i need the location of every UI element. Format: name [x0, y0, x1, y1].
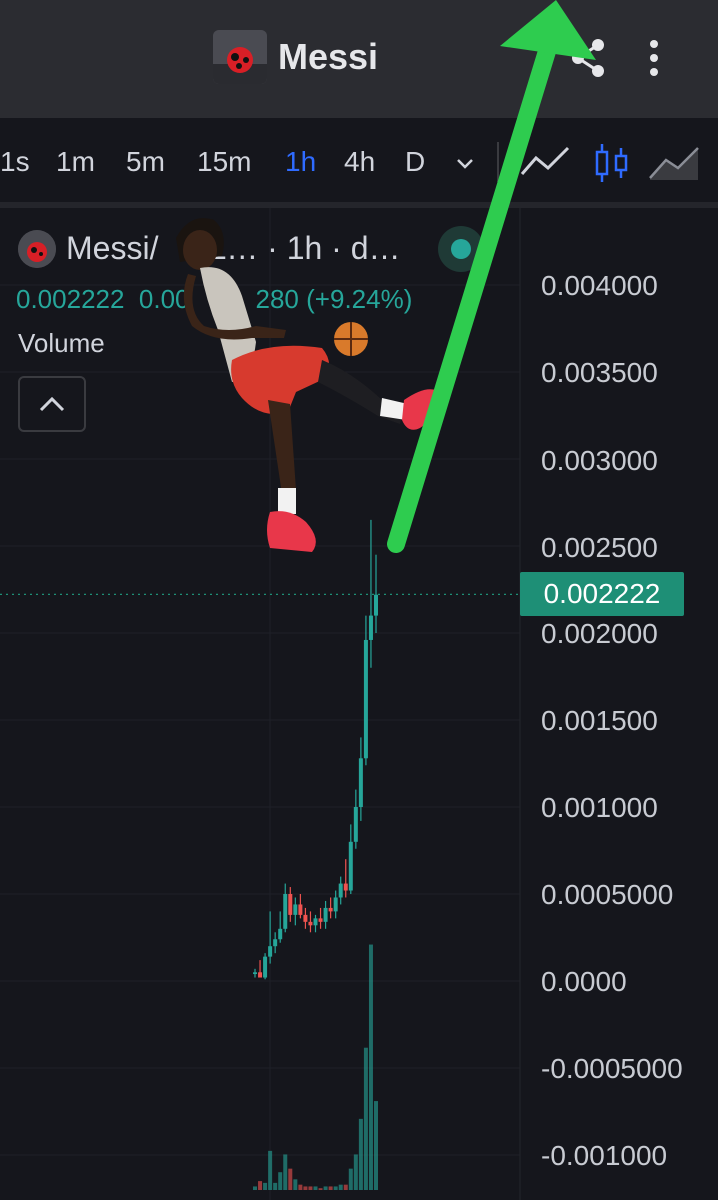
interval-1s[interactable]: 1s: [0, 146, 30, 178]
candle-body: [338, 883, 343, 898]
interval-dropdown-icon[interactable]: [452, 150, 478, 176]
market-status-dot: [451, 239, 471, 259]
volume-bar: [273, 1182, 278, 1190]
legend-volume-label: Volume: [18, 328, 105, 358]
candle-body: [303, 914, 308, 922]
price-axis-label: 0.0005000: [541, 879, 674, 910]
price-axis-label: 0.002000: [541, 618, 658, 649]
price-axis-label: -0.0005000: [541, 1053, 683, 1084]
price-axis-label: 0.002500: [541, 532, 658, 563]
volume-bar: [303, 1186, 308, 1190]
chevron-up-icon: [39, 396, 65, 412]
legend-change-abs: 280: [255, 284, 299, 314]
volume-bar: [298, 1184, 303, 1190]
candle-body: [293, 904, 298, 915]
volume-bar: [328, 1186, 333, 1190]
volume-bar: [374, 1101, 378, 1190]
legend-change-pct: (+9.24%): [306, 284, 413, 314]
volume-bar: [268, 1150, 273, 1190]
legend-symbol-meta: L… · 1h · d…: [208, 230, 401, 266]
candle-body: [318, 918, 323, 922]
legend-change-start: 0.00: [138, 284, 190, 314]
price-axis-label: 0.004000: [541, 270, 658, 301]
volume-bar: [348, 1168, 353, 1190]
volume-bar: [293, 1179, 298, 1190]
page-title: Messi: [278, 36, 379, 77]
candle-body: [328, 907, 333, 912]
candle-body: [374, 594, 378, 616]
candle-body: [363, 639, 368, 759]
price-axis-label: 0.003000: [541, 445, 658, 476]
interval-4h[interactable]: 4h: [344, 146, 375, 178]
toolbar-divider: [497, 142, 499, 182]
candle-body: [278, 928, 283, 940]
candle-body: [308, 921, 313, 926]
candle-body: [268, 946, 273, 957]
legend-symbol[interactable]: Messi/L… · 1h · d…: [66, 230, 401, 267]
candle-body: [288, 894, 293, 915]
interval-1h[interactable]: 1h: [285, 146, 316, 178]
volume-bar: [363, 1047, 368, 1190]
volume-bar: [333, 1186, 338, 1190]
volume-bar: [323, 1186, 328, 1190]
interval-toolbar: 1s 1m 5m 15m 1h 4h D: [0, 118, 718, 208]
volume-bar: [343, 1184, 348, 1190]
candle-body: [323, 907, 328, 922]
volume-bar: [313, 1186, 318, 1190]
volume-bar: [318, 1188, 323, 1190]
candle-body: [283, 894, 288, 929]
volume-bar: [358, 1118, 363, 1190]
more-options-icon[interactable]: [640, 36, 668, 80]
top-bar: Messi: [0, 0, 718, 118]
volume-bar: [258, 1181, 263, 1190]
interval-15m[interactable]: 15m: [197, 146, 251, 178]
volume-bar: [368, 944, 373, 1190]
volume-bar: [353, 1154, 358, 1190]
share-icon[interactable]: [568, 36, 608, 80]
candle-body: [258, 972, 263, 978]
interval-5m[interactable]: 5m: [126, 146, 165, 178]
candle-body: [333, 897, 338, 912]
price-axis-label: 0.001000: [541, 792, 658, 823]
candle-body: [343, 883, 348, 891]
line-chart-icon[interactable]: [518, 140, 572, 186]
price-axis-label: 0.0000: [541, 966, 627, 997]
candle-body: [263, 956, 268, 978]
volume-bar: [263, 1182, 268, 1190]
volume-bar: [283, 1154, 288, 1190]
volume-bar: [308, 1186, 313, 1190]
legend-values: 0.002222 0.00 280 (+9.24%): [16, 284, 412, 315]
legend-price: 0.002222: [16, 284, 125, 314]
legend-symbol-pair: Messi/: [66, 230, 159, 266]
current-price-tag: 0.002222: [520, 572, 684, 616]
area-chart-icon[interactable]: [648, 140, 702, 186]
volume-bar: [338, 1184, 343, 1190]
volume-bar: [278, 1172, 283, 1190]
candle-body: [253, 972, 257, 975]
legend-token-avatar: [18, 230, 56, 268]
candle-body: [348, 841, 353, 891]
candle-body: [353, 807, 358, 842]
candlestick-icon[interactable]: [592, 140, 632, 186]
candle-body: [273, 939, 278, 947]
token-avatar: [213, 30, 267, 84]
volume-bar: [288, 1168, 293, 1190]
interval-1m[interactable]: 1m: [56, 146, 95, 178]
price-axis-label: 0.003500: [541, 357, 658, 388]
price-axis-label: 0.001500: [541, 705, 658, 736]
interval-d[interactable]: D: [405, 146, 425, 178]
candle-body: [298, 904, 303, 915]
candle-body: [368, 615, 373, 640]
candle-body: [313, 918, 318, 926]
price-axis-label: -0.001000: [541, 1140, 668, 1171]
volume-bar: [253, 1186, 257, 1190]
candle-body: [358, 758, 363, 807]
collapse-legend-button[interactable]: [18, 376, 86, 432]
